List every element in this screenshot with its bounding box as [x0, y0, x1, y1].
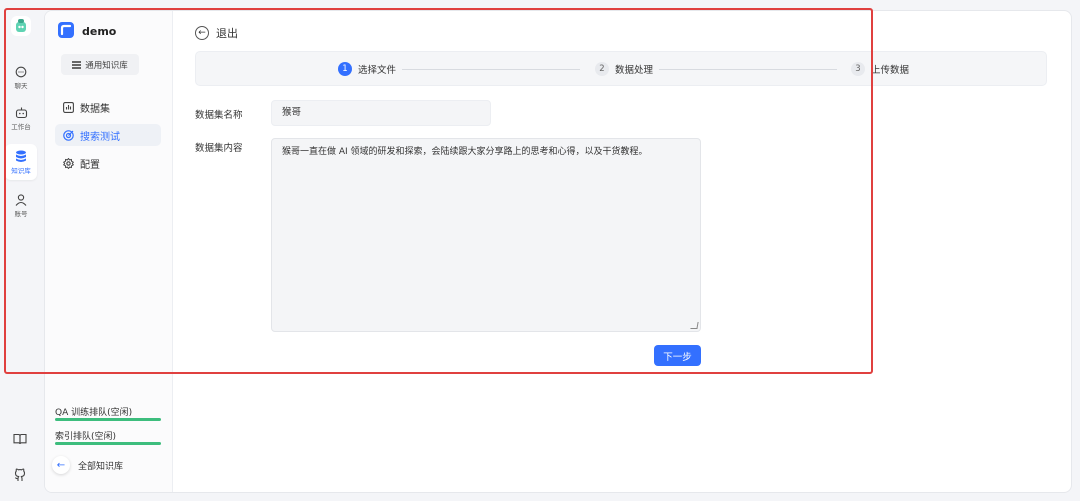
arrow-left-icon: ←	[195, 26, 209, 40]
resize-handle-icon[interactable]	[690, 322, 699, 329]
step-upload-data: 3 上传数据	[851, 62, 909, 76]
database-icon	[16, 150, 26, 162]
step-data-processing: 2 数据处理	[595, 62, 653, 76]
exit-button[interactable]: ← 退出	[195, 25, 238, 41]
qa-queue-progress	[55, 418, 161, 421]
nav-item-datasets[interactable]: 数据集	[55, 96, 161, 118]
step-connector	[659, 69, 837, 70]
dataset-name-input[interactable]: 猴哥	[271, 100, 491, 126]
chart-icon	[63, 101, 74, 113]
step-number: 3	[851, 62, 865, 76]
kb-type-label: 通用知识库	[85, 60, 128, 71]
target-icon	[63, 129, 74, 141]
dataset-content-textarea[interactable]: 猴哥一直在做 AI 领域的研发和探索，会陆续跟大家分享路上的思考和心得，以及干货…	[271, 138, 701, 332]
app-logo-icon[interactable]	[11, 16, 31, 36]
rail-item-workbench[interactable]: 工作台	[5, 101, 37, 137]
nav-item-search-test[interactable]: 搜索测试	[55, 124, 161, 146]
all-kb-back-button[interactable]: ← 全部知识库	[52, 456, 123, 474]
rail-item-knowledge-base[interactable]: 知识库	[5, 144, 37, 180]
rail-item-chat[interactable]: 聊天	[5, 60, 37, 96]
user-icon	[15, 194, 27, 206]
index-queue-progress	[55, 442, 161, 445]
stepper: 1 选择文件 2 数据处理 3 上传数据	[195, 51, 1047, 86]
book-icon	[13, 433, 27, 445]
step-number: 1	[338, 62, 352, 76]
app-rail: 聊天 工作台 知识库 账号	[0, 0, 42, 501]
github-button[interactable]	[10, 465, 30, 485]
nav-item-label: 配置	[80, 159, 100, 171]
index-queue-status: 索引排队(空闲)	[55, 432, 117, 442]
kb-avatar	[58, 22, 74, 38]
rail-item-label: 聊天	[14, 82, 28, 90]
step-select-file: 1 选择文件	[338, 62, 396, 76]
next-step-button[interactable]: 下一步	[654, 345, 701, 366]
github-icon	[14, 468, 26, 481]
main-card: demo 通用知识库 数据集 搜索测试 配置 QA 训练排队(空闲) 索引排队(…	[44, 10, 1072, 493]
robot-icon	[15, 107, 27, 119]
chat-icon	[15, 66, 27, 78]
nav-item-label: 搜索测试	[80, 131, 120, 143]
step-number: 2	[595, 62, 609, 76]
nav-item-label: 数据集	[80, 103, 110, 115]
kb-type-badge[interactable]: 通用知识库	[61, 54, 139, 75]
step-label: 上传数据	[871, 65, 910, 76]
step-label: 选择文件	[358, 65, 397, 76]
dataset-name-label: 数据集名称	[195, 110, 243, 121]
dataset-content-label: 数据集内容	[195, 143, 243, 154]
qa-queue-status: QA 训练排队(空闲)	[55, 408, 133, 418]
rail-item-account[interactable]: 账号	[5, 188, 37, 224]
kb-name: demo	[82, 25, 117, 38]
kb-logo-icon	[60, 24, 72, 36]
step-label: 数据处理	[615, 65, 654, 76]
rail-item-label: 工作台	[11, 123, 31, 131]
all-kb-label: 全部知识库	[78, 461, 124, 472]
gear-icon	[63, 157, 74, 169]
dataset-content-text: 猴哥一直在做 AI 领域的研发和探索，会陆续跟大家分享路上的思考和心得，以及干货…	[282, 147, 648, 157]
rail-item-label: 知识库	[11, 166, 31, 175]
step-connector	[402, 69, 580, 70]
kb-sidebar: demo 通用知识库 数据集 搜索测试 配置 QA 训练排队(空闲) 索引排队(…	[45, 11, 173, 492]
list-icon	[72, 60, 82, 69]
exit-label: 退出	[216, 27, 238, 40]
arrow-left-icon: ←	[52, 456, 70, 474]
docs-button[interactable]	[10, 429, 30, 449]
rail-item-label: 账号	[14, 210, 28, 218]
nav-item-config[interactable]: 配置	[55, 152, 161, 174]
